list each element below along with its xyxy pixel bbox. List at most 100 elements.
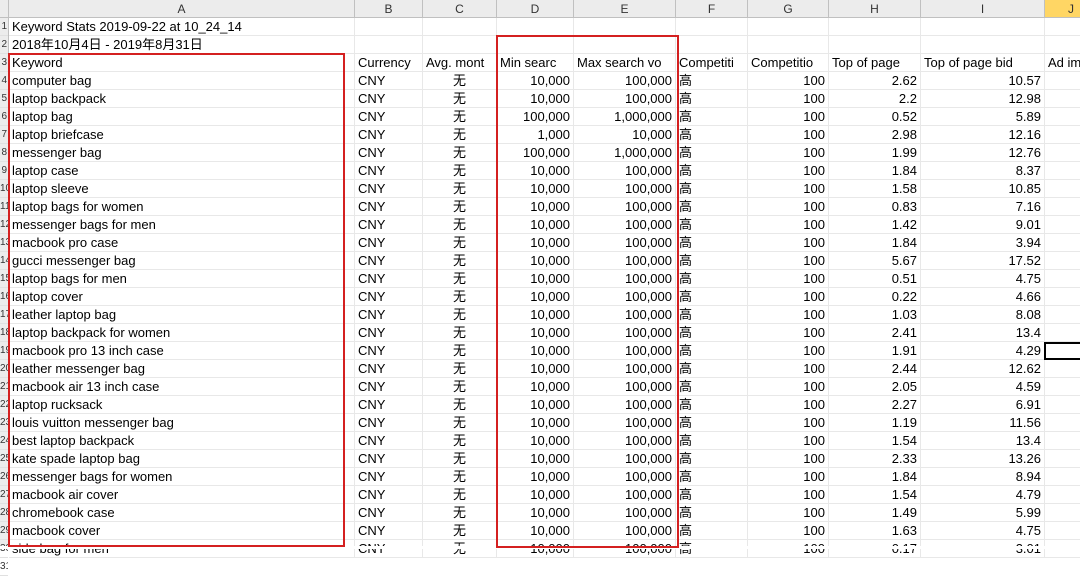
col-header-F[interactable]: F xyxy=(676,0,748,17)
cell-currency[interactable]: CNY xyxy=(355,144,423,161)
row-number[interactable]: 9 xyxy=(0,162,8,180)
cell-adimp[interactable] xyxy=(1045,288,1080,305)
cell-top-high[interactable]: 13.4 xyxy=(921,324,1045,341)
cell-min[interactable]: 10,000 xyxy=(497,180,574,197)
cell-min[interactable]: 10,000 xyxy=(497,486,574,503)
cell-adimp[interactable] xyxy=(1045,396,1080,413)
cell-top-low[interactable]: 1.54 xyxy=(829,486,921,503)
cell-min[interactable]: 100,000 xyxy=(497,144,574,161)
cell-competition-idx[interactable]: 100 xyxy=(748,486,829,503)
cell-min[interactable]: 10,000 xyxy=(497,342,574,359)
cell-currency[interactable]: CNY xyxy=(355,414,423,431)
cell-adimp[interactable] xyxy=(1045,234,1080,251)
cell-adimp[interactable] xyxy=(1045,270,1080,287)
cell-avg[interactable]: 无 xyxy=(423,324,497,341)
row-number[interactable]: 19 xyxy=(0,342,8,360)
cell-top-low[interactable]: 1.91 xyxy=(829,342,921,359)
row-number[interactable]: 16 xyxy=(0,288,8,306)
cell-max[interactable]: 100,000 xyxy=(574,450,676,467)
cell-currency[interactable]: CNY xyxy=(355,162,423,179)
row-number[interactable]: 14 xyxy=(0,252,8,270)
cell-max[interactable]: 100,000 xyxy=(574,414,676,431)
cell-min[interactable]: 10,000 xyxy=(497,522,574,539)
cell-competition-idx[interactable]: 100 xyxy=(748,270,829,287)
cell-max[interactable]: 100,000 xyxy=(574,90,676,107)
cell-adimp[interactable] xyxy=(1045,324,1080,341)
cell-avg[interactable]: 无 xyxy=(423,180,497,197)
cell-top-high[interactable]: 8.94 xyxy=(921,468,1045,485)
row-number[interactable]: 5 xyxy=(0,90,8,108)
cell-competition[interactable]: 高 xyxy=(676,216,748,233)
col-header-B[interactable]: B xyxy=(355,0,423,17)
cell-adimp[interactable] xyxy=(1045,342,1080,359)
cell-top-high[interactable]: 6.91 xyxy=(921,396,1045,413)
cell-competition[interactable]: 高 xyxy=(676,486,748,503)
cell-adimp[interactable] xyxy=(1045,360,1080,377)
cell-min[interactable]: 10,000 xyxy=(497,360,574,377)
cell-competition-idx[interactable]: 100 xyxy=(748,72,829,89)
cell-top-high[interactable]: 17.52 xyxy=(921,252,1045,269)
cell-keyword[interactable]: macbook pro case xyxy=(9,234,355,251)
cell-competition[interactable]: 高 xyxy=(676,108,748,125)
cell-competition-idx[interactable]: 100 xyxy=(748,522,829,539)
cell-currency[interactable]: CNY xyxy=(355,468,423,485)
cell-max[interactable]: 100,000 xyxy=(574,468,676,485)
row-number[interactable]: 28 xyxy=(0,504,8,522)
cell-currency[interactable]: CNY xyxy=(355,126,423,143)
cell-currency[interactable]: CNY xyxy=(355,198,423,215)
col-header-C[interactable]: C xyxy=(423,0,497,17)
col-header-D[interactable]: D xyxy=(497,0,574,17)
hdr-maxsearch[interactable]: Max search vo xyxy=(574,54,676,71)
row-number[interactable]: 2 xyxy=(0,36,8,54)
cell-top-high[interactable]: 4.75 xyxy=(921,522,1045,539)
cell-currency[interactable]: CNY xyxy=(355,288,423,305)
cell-top-low[interactable]: 1.84 xyxy=(829,468,921,485)
row-number[interactable]: 13 xyxy=(0,234,8,252)
cell-competition-idx[interactable]: 100 xyxy=(748,450,829,467)
hdr-keyword[interactable]: Keyword xyxy=(9,54,355,71)
cell-avg[interactable]: 无 xyxy=(423,432,497,449)
row-number[interactable]: 22 xyxy=(0,396,8,414)
hdr-top-page-low[interactable]: Top of page xyxy=(829,54,921,71)
cell-max[interactable]: 100,000 xyxy=(574,270,676,287)
cell-top-high[interactable]: 9.01 xyxy=(921,216,1045,233)
cell-keyword[interactable]: laptop bags for women xyxy=(9,198,355,215)
cell-currency[interactable]: CNY xyxy=(355,432,423,449)
cell-top-high[interactable]: 11.56 xyxy=(921,414,1045,431)
cell-competition[interactable]: 高 xyxy=(676,144,748,161)
cell-top-low[interactable]: 2.44 xyxy=(829,360,921,377)
hdr-minsearch[interactable]: Min searc xyxy=(497,54,574,71)
cell-max[interactable]: 100,000 xyxy=(574,234,676,251)
cell-max[interactable]: 100,000 xyxy=(574,360,676,377)
cell-max[interactable]: 100,000 xyxy=(574,180,676,197)
cell-keyword[interactable]: louis vuitton messenger bag xyxy=(9,414,355,431)
cell-currency[interactable]: CNY xyxy=(355,486,423,503)
cell-currency[interactable]: CNY xyxy=(355,342,423,359)
cell-avg[interactable]: 无 xyxy=(423,360,497,377)
cell-top-high[interactable]: 13.4 xyxy=(921,432,1045,449)
hdr-ad-imp[interactable]: Ad imp xyxy=(1045,54,1080,71)
cell-max[interactable]: 100,000 xyxy=(574,216,676,233)
hdr-top-page-high[interactable]: Top of page bid xyxy=(921,54,1045,71)
cell-top-high[interactable]: 13.26 xyxy=(921,450,1045,467)
cell-competition-idx[interactable]: 100 xyxy=(748,216,829,233)
cell-max[interactable]: 100,000 xyxy=(574,306,676,323)
cell-min[interactable]: 10,000 xyxy=(497,450,574,467)
cell-min[interactable]: 10,000 xyxy=(497,288,574,305)
cell-avg[interactable]: 无 xyxy=(423,162,497,179)
cell-top-low[interactable]: 0.22 xyxy=(829,288,921,305)
cell-top-high[interactable]: 4.75 xyxy=(921,270,1045,287)
cell-avg[interactable]: 无 xyxy=(423,288,497,305)
cell-avg[interactable]: 无 xyxy=(423,144,497,161)
cell-avg[interactable]: 无 xyxy=(423,504,497,521)
cell-max[interactable]: 100,000 xyxy=(574,162,676,179)
row-number[interactable]: 1 xyxy=(0,18,8,36)
cell-min[interactable]: 10,000 xyxy=(497,198,574,215)
row-number[interactable]: 31 xyxy=(0,558,8,576)
cell-min[interactable]: 100,000 xyxy=(497,108,574,125)
row-number[interactable]: 15 xyxy=(0,270,8,288)
cell-max[interactable]: 100,000 xyxy=(574,324,676,341)
cell-adimp[interactable] xyxy=(1045,126,1080,143)
cell-top-high[interactable]: 5.89 xyxy=(921,108,1045,125)
cell-min[interactable]: 10,000 xyxy=(497,396,574,413)
